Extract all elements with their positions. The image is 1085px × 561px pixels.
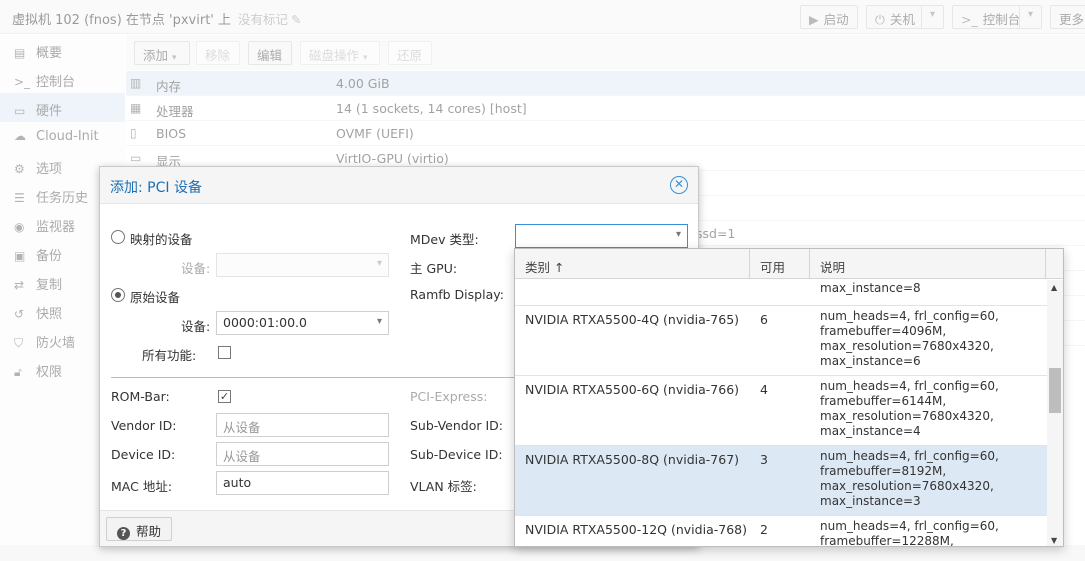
desc-line: num_heads=4, frl_config=60, — [820, 309, 999, 323]
device-id-input[interactable]: 从设备 — [216, 442, 389, 466]
pci-express-label: PCI-Express: — [410, 389, 488, 404]
mac-address-label: MAC 地址: — [111, 479, 173, 494]
mac-address-value: auto — [223, 475, 252, 490]
device-id-placeholder: 从设备 — [223, 449, 261, 464]
sub-vendor-id-label: Sub-Vendor ID: — [410, 418, 503, 433]
vendor-id-placeholder: 从设备 — [223, 420, 261, 435]
row-description: num_heads=4, frl_config=60, framebuffer=… — [820, 379, 999, 439]
help-button[interactable]: ? 帮助 — [106, 517, 173, 541]
desc-line: framebuffer=12288M, — [820, 534, 954, 547]
desc-line: max_resolution=7680x4320, — [820, 479, 994, 493]
rom-bar-label: ROM-Bar: — [111, 389, 170, 404]
row-available: 2 — [760, 522, 768, 537]
row-description: num_heads=4, frl_config=60, framebuffer=… — [820, 449, 999, 509]
sub-device-id-label: Sub-Device ID: — [410, 447, 503, 462]
mapped-device-label: 映射的设备 — [130, 232, 193, 247]
mapped-device-radio[interactable] — [111, 230, 125, 244]
row-available: 3 — [760, 452, 768, 467]
row-available: 6 — [760, 312, 768, 327]
grid-scrollbar[interactable]: ▲ ▼ — [1047, 280, 1063, 546]
desc-line: max_resolution=7680x4320, — [820, 339, 994, 353]
raw-device-value: 0000:01:00.0 — [223, 315, 307, 330]
row-type: NVIDIA RTXA5500-6Q (nvidia-766) — [525, 382, 740, 397]
mac-address-input[interactable]: auto — [216, 471, 389, 495]
desc-line: num_heads=4, frl_config=60, — [820, 519, 999, 533]
help-label: 帮助 — [136, 524, 162, 539]
mapped-device-select[interactable]: ▾ — [216, 253, 389, 277]
table-row-selected[interactable]: NVIDIA RTXA5500-8Q (nvidia-767) 3 num_he… — [515, 446, 1047, 516]
desc-line: framebuffer=6144M, — [820, 394, 947, 408]
scroll-up-icon[interactable]: ▲ — [1051, 283, 1057, 292]
raw-device-select[interactable]: 0000:01:00.0 ▾ — [216, 311, 389, 335]
all-functions-label: 所有功能: — [142, 348, 197, 363]
desc-line: framebuffer=8192M, — [820, 464, 947, 478]
dialog-title: 添加: PCI 设备 — [110, 180, 202, 196]
dialog-header: 添加: PCI 设备 ✕ — [100, 167, 698, 204]
column-header-available[interactable]: 可用 — [750, 249, 810, 279]
row-description: num_heads=4, frl_config=60, framebuffer=… — [820, 519, 999, 547]
scroll-down-icon[interactable]: ▼ — [1051, 536, 1057, 545]
raw-device-field-label: 设备: — [181, 319, 211, 334]
question-circle-icon: ? — [117, 527, 130, 540]
desc-line: max_instance=4 — [820, 424, 921, 438]
primary-gpu-label: 主 GPU: — [410, 261, 458, 276]
raw-device-label: 原始设备 — [130, 290, 181, 305]
column-header-type[interactable]: 类别 ↑ — [515, 249, 750, 279]
table-row[interactable]: max_instance=8 — [515, 280, 1047, 306]
column-header-description[interactable]: 说明 — [810, 249, 1046, 279]
grid-body: max_instance=8 NVIDIA RTXA5500-4Q (nvidi… — [515, 280, 1047, 547]
row-available: 4 — [760, 382, 768, 397]
mapped-device-field-label: 设备: — [181, 261, 211, 276]
mdev-type-select[interactable]: ▾ — [515, 224, 688, 248]
raw-device-radio[interactable] — [111, 288, 125, 302]
table-row[interactable]: NVIDIA RTXA5500-4Q (nvidia-765) 6 num_he… — [515, 306, 1047, 376]
chevron-down-icon: ▾ — [675, 229, 681, 240]
desc-line: max_instance=6 — [820, 354, 921, 368]
row-type: NVIDIA RTXA5500-4Q (nvidia-765) — [525, 312, 740, 327]
chevron-down-icon: ▾ — [376, 316, 382, 327]
mdev-type-dropdown: 类别 ↑ 可用 说明 max_instance=8 NVIDIA RTXA550… — [514, 248, 1064, 547]
rom-bar-checkbox[interactable]: ✓ — [218, 390, 231, 403]
device-id-label: Device ID: — [111, 447, 176, 462]
desc-line: num_heads=4, frl_config=60, — [820, 449, 999, 463]
vendor-id-label: Vendor ID: — [111, 418, 177, 433]
desc-line: max_instance=3 — [820, 494, 921, 508]
desc-line: max_resolution=7680x4320, — [820, 409, 994, 423]
row-description: num_heads=4, frl_config=60, framebuffer=… — [820, 309, 999, 369]
desc-line: max_instance=8 — [820, 281, 921, 295]
ramfb-display-label: Ramfb Display: — [410, 287, 504, 302]
vendor-id-input[interactable]: 从设备 — [216, 413, 389, 437]
vlan-tag-label: VLAN 标签: — [410, 479, 477, 494]
table-row[interactable]: NVIDIA RTXA5500-12Q (nvidia-768) 2 num_h… — [515, 516, 1047, 547]
desc-line: framebuffer=4096M, — [820, 324, 947, 338]
mdev-type-label: MDev 类型: — [410, 232, 479, 247]
all-functions-checkbox[interactable] — [218, 346, 231, 359]
close-icon[interactable]: ✕ — [670, 176, 688, 194]
scrollbar-thumb[interactable] — [1049, 368, 1061, 413]
row-type: NVIDIA RTXA5500-12Q (nvidia-768) — [525, 522, 747, 537]
desc-line: num_heads=4, frl_config=60, — [820, 379, 999, 393]
row-description: max_instance=8 — [820, 281, 921, 296]
row-type: NVIDIA RTXA5500-8Q (nvidia-767) — [525, 452, 740, 467]
advanced-divider — [111, 377, 531, 378]
grid-header: 类别 ↑ 可用 说明 — [515, 249, 1063, 279]
table-row[interactable]: NVIDIA RTXA5500-6Q (nvidia-766) 4 num_he… — [515, 376, 1047, 446]
chevron-down-icon: ▾ — [376, 258, 382, 269]
